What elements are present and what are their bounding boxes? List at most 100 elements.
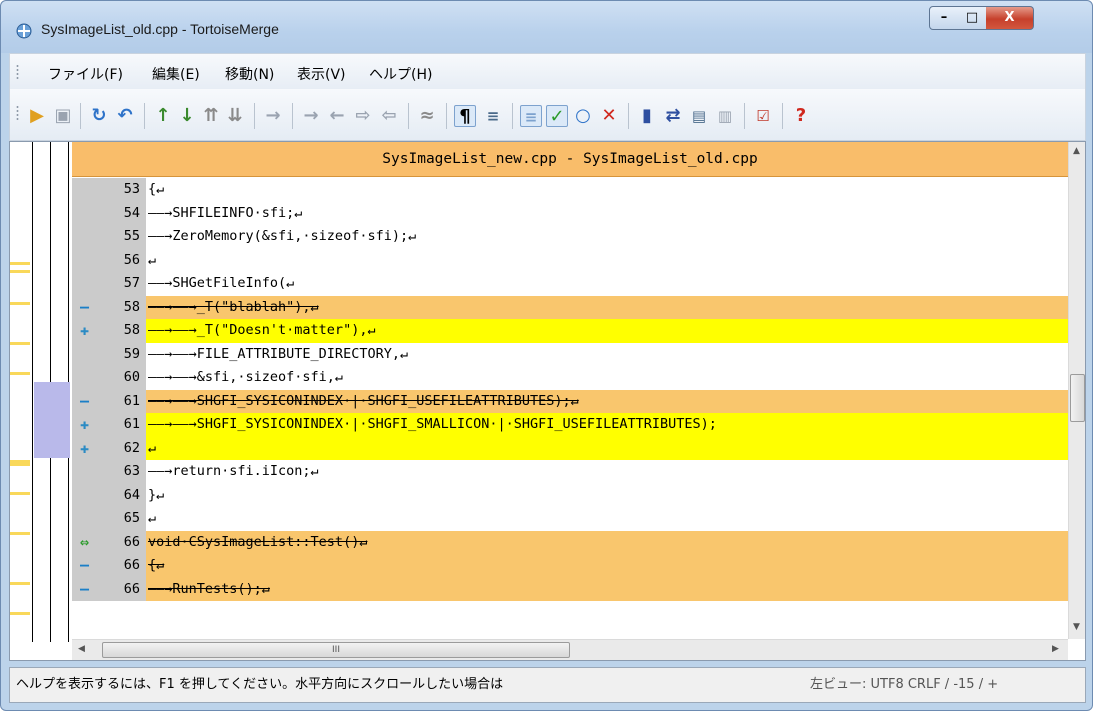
scroll-left-icon[interactable]: ◀	[78, 644, 85, 654]
line-code: {↵	[146, 554, 1068, 578]
status-encoding: 左ビュー: UTF8 CRLF / -15 / +	[810, 677, 999, 692]
maximize-button[interactable]: □	[958, 6, 987, 30]
patch-icon[interactable]: ▤	[688, 105, 710, 127]
line-text: ↵	[148, 510, 157, 526]
window-title: SysImageList_old.cpp - TortoiseMerge	[41, 21, 279, 37]
scroll-right-icon[interactable]: ▶	[1052, 644, 1059, 654]
prev-change-icon[interactable]: ←	[326, 105, 348, 127]
scroll-down-icon[interactable]: ▼	[1073, 622, 1080, 632]
inline-next-icon[interactable]: →	[300, 105, 322, 127]
diff-line[interactable]: 54 ——→SHFILEINFO·sfi;↵	[72, 201, 1068, 225]
one-pane-icon[interactable]: ≡	[520, 105, 542, 127]
locator-viewport[interactable]	[34, 382, 70, 458]
mark-resolved-icon[interactable]: ☑	[752, 105, 774, 127]
diff-line[interactable]: — 66 ——→RunTests();↵	[72, 577, 1068, 601]
line-text: }↵	[148, 486, 165, 503]
close-button[interactable]: X	[986, 6, 1034, 30]
whitespace-icon[interactable]: ¶	[454, 105, 476, 127]
removed-line-icon: —	[80, 297, 90, 316]
use-theirs-icon[interactable]: ✓	[546, 105, 568, 127]
diff-line[interactable]: 65 ↵	[72, 507, 1068, 531]
diff-line[interactable]: 56 ↵	[72, 248, 1068, 272]
line-text: ——→——→SHGFI_SYSICONINDEX·|·SHGFI_SMALLIC…	[148, 416, 717, 432]
reload-icon[interactable]: ↻	[88, 105, 110, 127]
scroll-up-icon[interactable]: ▲	[1073, 146, 1080, 156]
line-gutter: 60	[72, 366, 146, 390]
line-number: 57	[123, 275, 140, 291]
minimize-button[interactable]: –	[929, 6, 959, 30]
blank-icon[interactable]: ▥	[714, 105, 736, 127]
diff-line[interactable]: — 66 {↵	[72, 554, 1068, 578]
line-number: 54	[123, 204, 140, 221]
collapse-icon[interactable]: ≈	[416, 105, 438, 127]
line-text: ↵	[148, 251, 157, 268]
toolbar-separator	[408, 103, 409, 129]
next-conflict-icon[interactable]: ⇊	[224, 105, 246, 127]
diff-editor-view[interactable]: SysImageList_new.cpp - SysImageList_old.…	[72, 142, 1068, 639]
switch-icon[interactable]: ⇄	[662, 105, 684, 127]
menu-navigate[interactable]: 移動(N)	[225, 64, 274, 84]
line-text: ↵	[148, 439, 157, 456]
line-gutter: — 66	[72, 577, 146, 601]
diff-line[interactable]: 60 ——→——→&sfi,·sizeof·sfi,↵	[72, 366, 1068, 390]
diff-line[interactable]: 55 ——→ZeroMemory(&sfi,·sizeof·sfi);↵	[72, 225, 1068, 249]
two-pane-icon[interactable]: ▮	[636, 105, 658, 127]
diff-line[interactable]: ⇔ 66 void·CSysImageList::Test()↵	[72, 530, 1068, 554]
menu-help[interactable]: ヘルプ(H)	[369, 64, 432, 84]
prev-conflict-icon[interactable]: ⇈	[200, 105, 222, 127]
line-gutter: — 61	[72, 389, 146, 413]
line-number: 66	[123, 580, 140, 597]
line-gutter: 53	[72, 178, 146, 202]
diff-line[interactable]: 63 ——→return·sfi.iIcon;↵	[72, 460, 1068, 484]
diff-line[interactable]: — 58 ——→——→_T("blablah"),↵	[72, 295, 1068, 319]
line-code: ——→SHGetFileInfo(↵	[146, 272, 1068, 296]
line-text: ——→——→_T("Doesn't·matter"),↵	[148, 322, 376, 338]
locator-bar[interactable]	[10, 142, 70, 660]
prev-diff-icon[interactable]: ↑	[152, 105, 174, 127]
diff-line[interactable]: — 61 ——→——→SHGFI_SYSICONINDEX·|·SHGFI_USEF…	[72, 389, 1068, 413]
status-bar: ヘルプを表示するには、F1 を押してください。水平方向にスクロールしたい場合は …	[9, 667, 1086, 703]
next-diff-icon[interactable]: ↓	[176, 105, 198, 127]
toolbar-separator	[628, 103, 629, 129]
horizontal-scroll-thumb[interactable]: III	[102, 642, 570, 658]
prev-inline-icon[interactable]: ⇦	[378, 105, 400, 127]
vertical-scroll-thumb[interactable]	[1070, 374, 1085, 422]
diff-line[interactable]: 57 ——→SHGetFileInfo(↵	[72, 272, 1068, 296]
vertical-scrollbar[interactable]: ▲ ▼	[1068, 142, 1085, 639]
undo-icon[interactable]: ↶	[114, 105, 136, 127]
help-icon[interactable]: ?	[790, 105, 812, 127]
line-number: 58	[123, 322, 140, 338]
menu-view[interactable]: 表示(V)	[297, 64, 346, 84]
diff-line[interactable]: 64}↵	[72, 483, 1068, 507]
wrap-icon[interactable]: ≡	[482, 105, 504, 127]
scroll-grip-label: III	[332, 645, 340, 655]
diff-line[interactable]: ✚ 62 ↵	[72, 436, 1068, 460]
next-change-icon[interactable]: ⇨	[352, 105, 374, 127]
menu-edit[interactable]: 編集(E)	[152, 64, 200, 84]
diff-line[interactable]: ✚ 61 ——→——→SHGFI_SYSICONINDEX·|·SHGFI_SMAL…	[72, 413, 1068, 437]
save-icon[interactable]: ▣	[52, 105, 74, 127]
maximize-icon: □	[965, 10, 979, 25]
inline-prev-icon[interactable]: →	[262, 105, 284, 127]
line-text: ——→——→&sfi,·sizeof·sfi,↵	[148, 369, 344, 385]
diff-line[interactable]: 53 {↵	[72, 178, 1068, 202]
toolbar-grip[interactable]	[16, 105, 19, 121]
line-gutter: ✚ 58	[72, 319, 146, 343]
line-gutter: 64	[72, 483, 146, 507]
line-text: ——→ZeroMemory(&sfi,·sizeof·sfi);↵	[148, 228, 417, 244]
diff-line[interactable]: ✚ 58 ——→——→_T("Doesn't·matter"),↵	[72, 319, 1068, 343]
locator-mark	[10, 302, 30, 305]
title-bar[interactable]: SysImageList_old.cpp - TortoiseMerge – □…	[1, 1, 1092, 53]
line-code: ——→——→_T("Doesn't·matter"),↵	[146, 319, 1068, 343]
menubar-grip[interactable]	[16, 64, 19, 80]
menu-file[interactable]: ファイル(F)	[48, 64, 123, 84]
line-text: ——→——→FILE_ATTRIBUTE_DIRECTORY,↵	[148, 345, 409, 362]
diff-line[interactable]: 59 ——→——→FILE_ATTRIBUTE_DIRECTORY,↵	[72, 342, 1068, 366]
line-text: ——→SHFILEINFO·sfi;↵	[148, 204, 303, 221]
horizontal-scrollbar[interactable]: ◀ III ▶	[72, 639, 1068, 660]
use-mine-icon[interactable]: ○	[572, 105, 594, 127]
remove-icon[interactable]: ✕	[598, 105, 620, 127]
locator-mark	[10, 372, 30, 375]
line-text: ——→RunTests();↵	[148, 580, 270, 597]
open-icon[interactable]: ▶	[26, 105, 48, 127]
